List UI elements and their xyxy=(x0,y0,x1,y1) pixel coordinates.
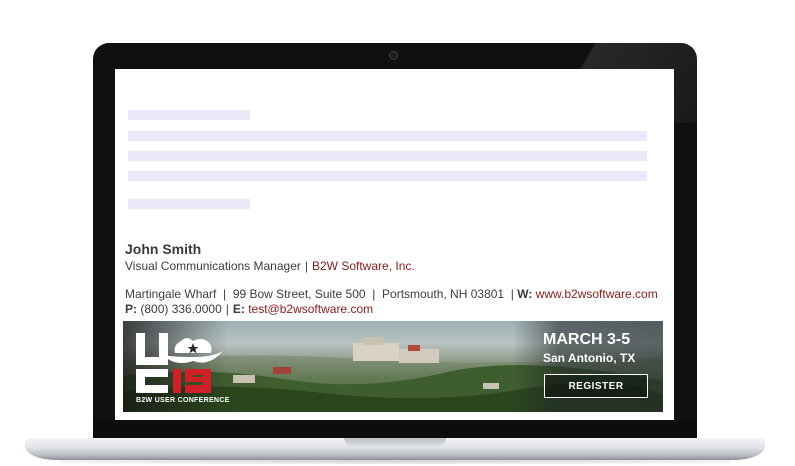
laptop-opening-notch xyxy=(344,438,446,446)
conference-label: B2W USER CONFERENCE xyxy=(136,397,230,404)
register-button[interactable]: REGISTER xyxy=(544,374,648,398)
signature-address-line: Martingale Wharf | 99 Bow Street, Suite … xyxy=(125,287,658,301)
phone-number: (800) 336.0000 xyxy=(140,302,222,316)
laptop-bezel-bottom xyxy=(93,420,697,438)
conference-banner[interactable]: B2W USER CONFERENCE MARCH 3-5 San Antoni… xyxy=(123,321,663,412)
email-link[interactable]: test@b2wsoftware.com xyxy=(248,302,373,316)
email-label: E: xyxy=(232,302,245,316)
website-link[interactable]: www.b2wsoftware.com xyxy=(536,287,658,301)
placeholder-line xyxy=(128,110,250,120)
email-preview-screen: John Smith Visual Communications Manager… xyxy=(115,69,674,420)
web-label: W: xyxy=(517,287,533,301)
event-date: MARCH 3-5 xyxy=(543,331,631,348)
signature-title: Visual Communications Manager xyxy=(125,259,301,273)
signature-address: Martingale Wharf | 99 Bow Street, Suite … xyxy=(125,287,514,301)
placeholder-line xyxy=(128,171,647,181)
signature-title-line: Visual Communications Manager | B2W Softwa… xyxy=(125,259,415,273)
uc19-logo xyxy=(136,333,223,393)
cowboy-hat-icon xyxy=(163,338,223,363)
placeholder-line xyxy=(128,131,647,141)
placeholder-line xyxy=(128,199,250,209)
placeholder-line xyxy=(128,151,647,161)
company-link[interactable]: B2W Software, Inc. xyxy=(312,259,415,273)
event-location: San Antonio, TX xyxy=(543,351,636,365)
signature-name: John Smith xyxy=(125,241,202,257)
camera-icon xyxy=(389,51,398,60)
signature-contact-line: P: (800) 336.0000 | E: test@b2wsoftware.co… xyxy=(125,302,374,316)
phone-label: P: xyxy=(125,302,137,316)
